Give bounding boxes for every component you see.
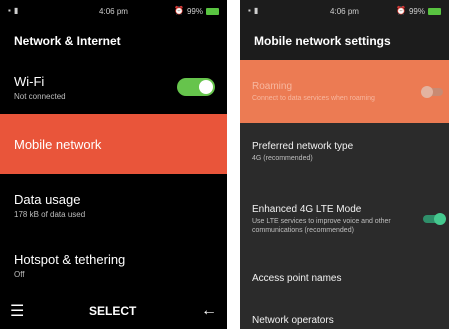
preferred-network-summary: 4G (recommended) — [252, 155, 313, 162]
mobile-network-settings-screen: ▪ ▮ 4:06 pm ⏰ 99% Mobile network setting… — [240, 0, 449, 329]
data-usage-label: Data usage — [14, 191, 81, 207]
wifi-setting[interactable]: Wi-Fi Not connected — [0, 60, 227, 114]
data-usage-setting[interactable]: Data usage 178 kB of data used — [0, 174, 227, 236]
toggle-knob — [199, 80, 213, 94]
hotspot-label: Hotspot & tethering — [14, 251, 126, 267]
access-point-names-setting[interactable]: Access point names — [240, 257, 449, 299]
network-operators-setting[interactable]: Network operators — [240, 299, 449, 329]
preferred-network-label: Preferred network type — [252, 141, 354, 152]
mobile-network-label: Mobile network — [14, 136, 102, 152]
status-bar: ▪ ▮ 4:06 pm ⏰ 99% — [0, 0, 227, 22]
enhanced-lte-setting[interactable]: Enhanced 4G LTE Mode Use LTE services to… — [240, 181, 449, 257]
status-time: 4:06 pm — [99, 6, 128, 16]
status-time: 4:06 pm — [330, 6, 359, 16]
menu-icon[interactable]: ☰ — [10, 301, 24, 321]
enhanced-lte-summary: Use LTE services to improve voice and ot… — [252, 217, 391, 234]
toggle-knob — [434, 213, 446, 225]
enhanced-lte-label: Enhanced 4G LTE Mode — [252, 203, 362, 215]
back-arrow-icon[interactable]: ← — [201, 302, 217, 320]
preferred-network-type-setting[interactable]: Preferred network type 4G (recommended) — [240, 123, 449, 181]
roaming-toggle[interactable] — [421, 85, 443, 98]
mobile-network-setting[interactable]: Mobile network — [0, 114, 227, 174]
hotspot-summary: Off — [14, 269, 25, 279]
page-title: Network & Internet — [14, 34, 121, 48]
hotspot-tethering-setting[interactable]: Hotspot & tethering Off — [0, 236, 227, 294]
network-internet-screen: ▪ ▮ 4:06 pm ⏰ 99% Network & Internet Wi-… — [0, 0, 227, 329]
enhanced-lte-toggle[interactable] — [423, 213, 446, 225]
softkey-bar: ☰ SELECT ← — [0, 293, 227, 329]
toggle-knob — [421, 85, 433, 98]
roaming-setting[interactable]: Roaming Connect to data services when ro… — [240, 60, 449, 123]
wifi-toggle[interactable] — [177, 78, 215, 96]
access-point-names-label: Access point names — [252, 272, 342, 284]
roaming-summary: Connect to data services when roaming — [252, 94, 375, 102]
status-bar: ▪ ▮ 4:06 pm ⏰ 99% — [240, 0, 449, 22]
data-usage-summary: 178 kB of data used — [14, 209, 86, 219]
network-operators-label: Network operators — [252, 314, 334, 326]
select-softkey[interactable]: SELECT — [89, 304, 136, 318]
page-title: Mobile network settings — [240, 22, 449, 60]
roaming-label: Roaming — [252, 80, 293, 92]
